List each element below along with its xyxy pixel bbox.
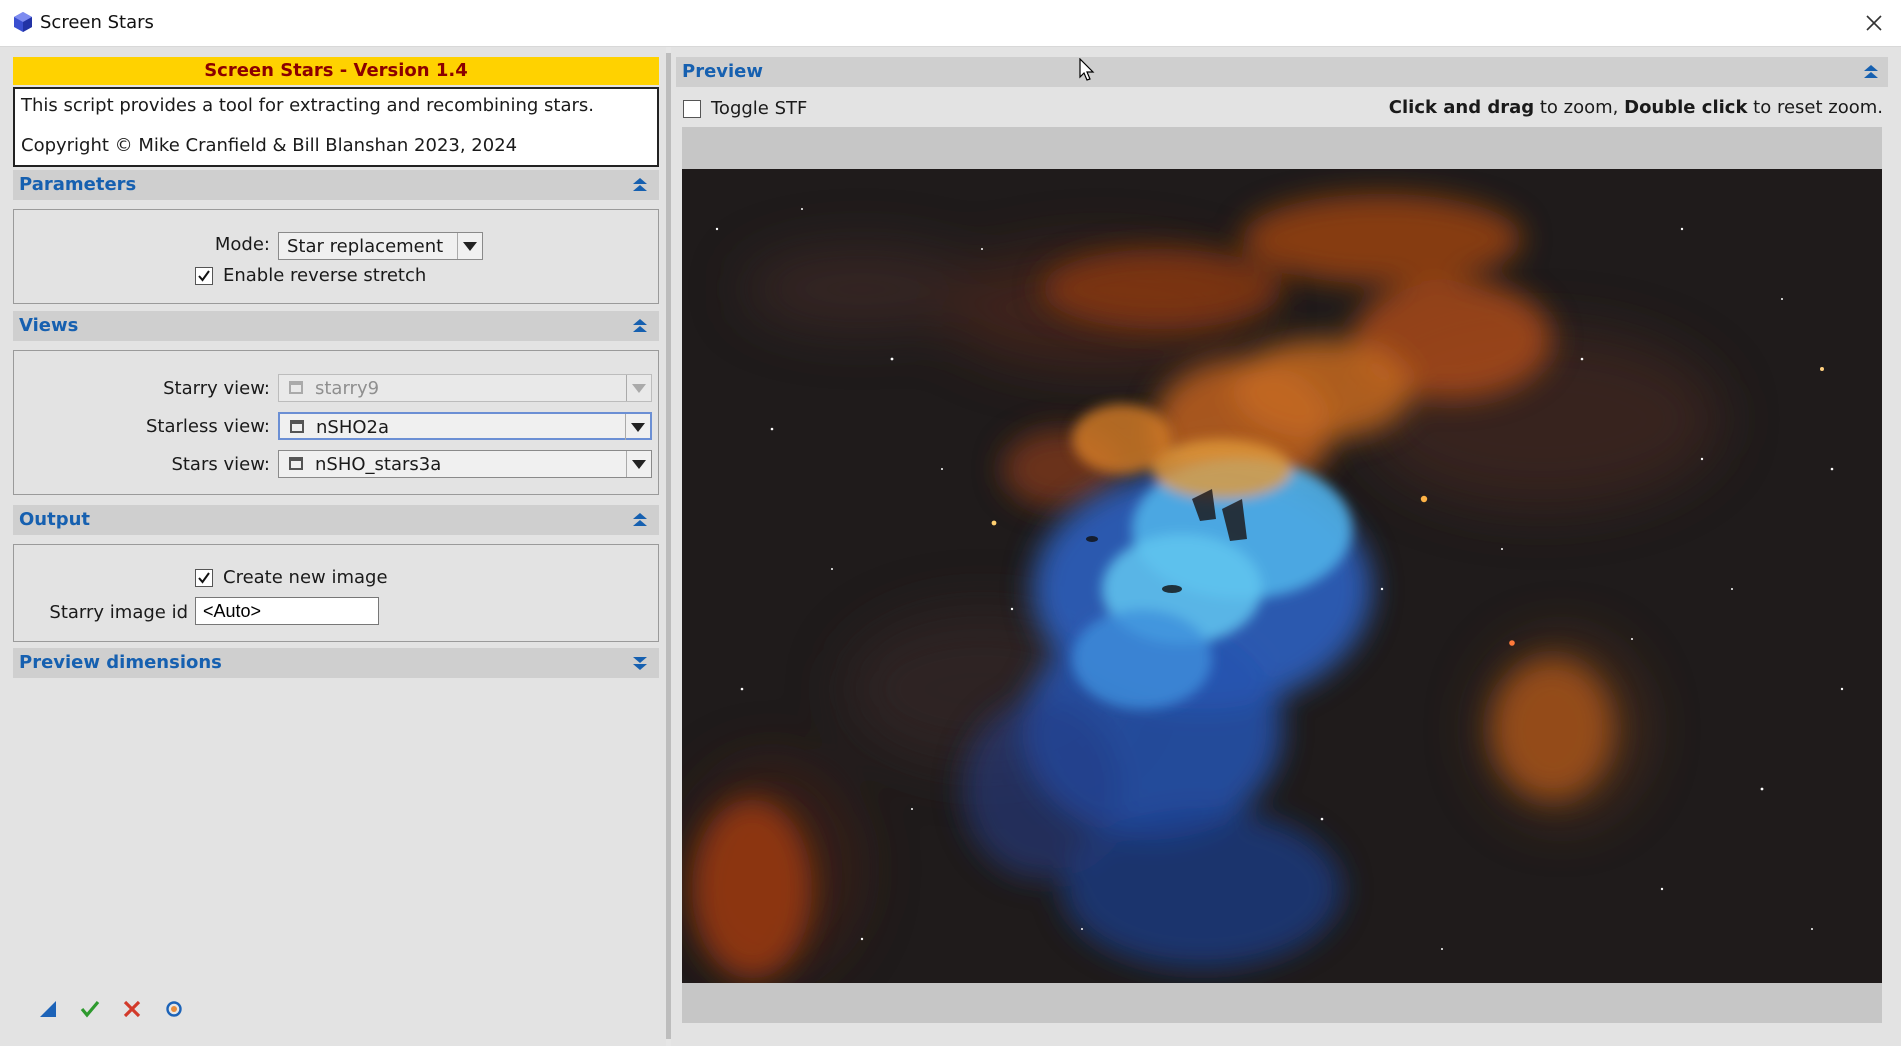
- hint-bold-drag: Click and drag: [1388, 97, 1535, 118]
- section-title: Output: [19, 509, 91, 530]
- image-view-icon: [290, 420, 304, 433]
- collapse-toggle-button[interactable]: [629, 311, 651, 341]
- checkmark-icon: [198, 572, 210, 584]
- output-box: Create new image Starry image id: [13, 544, 659, 642]
- mouse-cursor-icon: [1079, 58, 1095, 81]
- collapse-icon: [633, 513, 647, 526]
- create-new-image-label: Create new image: [223, 567, 388, 588]
- stars-view-select[interactable]: nSHO_stars3a: [278, 450, 652, 478]
- title-bar: Screen Stars: [0, 0, 1901, 47]
- toggle-stf-checkbox[interactable]: [683, 100, 701, 118]
- section-title: Preview: [682, 61, 764, 82]
- collapse-toggle-button[interactable]: [629, 170, 651, 200]
- hint-text-reset: to reset zoom.: [1747, 97, 1883, 118]
- starry-view-select: starry9: [278, 374, 652, 402]
- close-icon: [1866, 15, 1882, 31]
- image-view-icon: [289, 381, 303, 394]
- nebula-image: [682, 169, 1882, 983]
- views-box: Starry view: starry9 Starless view: nSHO…: [13, 350, 659, 495]
- info-box: This script provides a tool for extracti…: [13, 87, 659, 167]
- section-title: Preview dimensions: [19, 652, 222, 673]
- mode-value: Star replacement: [287, 236, 444, 257]
- pixinsight-cube-icon: [14, 12, 32, 32]
- chevron-down-icon: [457, 233, 482, 259]
- section-header-output[interactable]: Output: [13, 505, 659, 535]
- section-title: Parameters: [19, 174, 137, 195]
- section-header-views[interactable]: Views: [13, 311, 659, 341]
- description-text: This script provides a tool for extracti…: [21, 95, 594, 116]
- apply-icon[interactable]: [78, 997, 102, 1021]
- collapse-icon: [633, 178, 647, 191]
- preview-viewport[interactable]: [682, 127, 1882, 1023]
- left-panel: Screen Stars - Version 1.4 This script p…: [0, 47, 666, 1046]
- copyright-text: Copyright © Mike Cranfield & Bill Blansh…: [21, 135, 518, 156]
- cancel-icon[interactable]: [120, 997, 144, 1021]
- chevron-down-icon: [626, 375, 651, 401]
- hint-text-zoom: to zoom,: [1534, 97, 1625, 118]
- reverse-stretch-checkbox[interactable]: [195, 267, 213, 285]
- new-instance-icon[interactable]: [36, 997, 60, 1021]
- collapse-toggle-button[interactable]: [1860, 57, 1882, 87]
- chevron-down-icon: [625, 414, 650, 440]
- collapse-toggle-button[interactable]: [629, 505, 651, 535]
- collapse-icon: [633, 319, 647, 332]
- zoom-hint: Click and drag to zoom, Double click to …: [1389, 97, 1883, 118]
- starless-view-select[interactable]: nSHO2a: [278, 412, 652, 440]
- hint-bold-double: Double click: [1624, 97, 1748, 118]
- starless-view-label: Starless view:: [146, 416, 270, 437]
- starry-view-value: starry9: [315, 378, 380, 399]
- stars-view-label: Stars view:: [171, 454, 270, 475]
- toggle-stf-label: Toggle STF: [711, 98, 808, 119]
- section-header-parameters[interactable]: Parameters: [13, 170, 659, 200]
- reverse-stretch-label: Enable reverse stretch: [223, 265, 427, 286]
- starry-view-label: Starry view:: [163, 378, 270, 399]
- version-banner: Screen Stars - Version 1.4: [13, 57, 659, 85]
- starry-image-id-input[interactable]: [195, 597, 379, 625]
- collapse-icon: [1864, 65, 1878, 78]
- section-header-preview[interactable]: Preview: [676, 57, 1888, 87]
- reset-icon[interactable]: [162, 997, 186, 1021]
- expand-icon: [633, 657, 647, 670]
- expand-toggle-button[interactable]: [629, 648, 651, 678]
- image-view-icon: [289, 457, 303, 470]
- checkmark-icon: [198, 270, 210, 282]
- section-title: Views: [19, 315, 79, 336]
- chevron-down-icon: [626, 451, 651, 477]
- mode-label: Mode:: [214, 234, 270, 255]
- preview-panel: Preview Toggle STF Click and drag to zoo…: [671, 47, 1901, 1046]
- preview-image[interactable]: [682, 169, 1882, 983]
- close-button[interactable]: [1856, 8, 1892, 38]
- stars-view-value: nSHO_stars3a: [315, 454, 442, 475]
- create-new-image-checkbox[interactable]: [195, 569, 213, 587]
- starry-image-id-label: Starry image id: [49, 602, 188, 623]
- window-title: Screen Stars: [40, 12, 154, 33]
- section-header-preview-dimensions[interactable]: Preview dimensions: [13, 648, 659, 678]
- parameters-box: Mode: Star replacement Enable reverse st…: [13, 209, 659, 304]
- mode-select[interactable]: Star replacement: [278, 232, 483, 260]
- starless-view-value: nSHO2a: [316, 417, 390, 438]
